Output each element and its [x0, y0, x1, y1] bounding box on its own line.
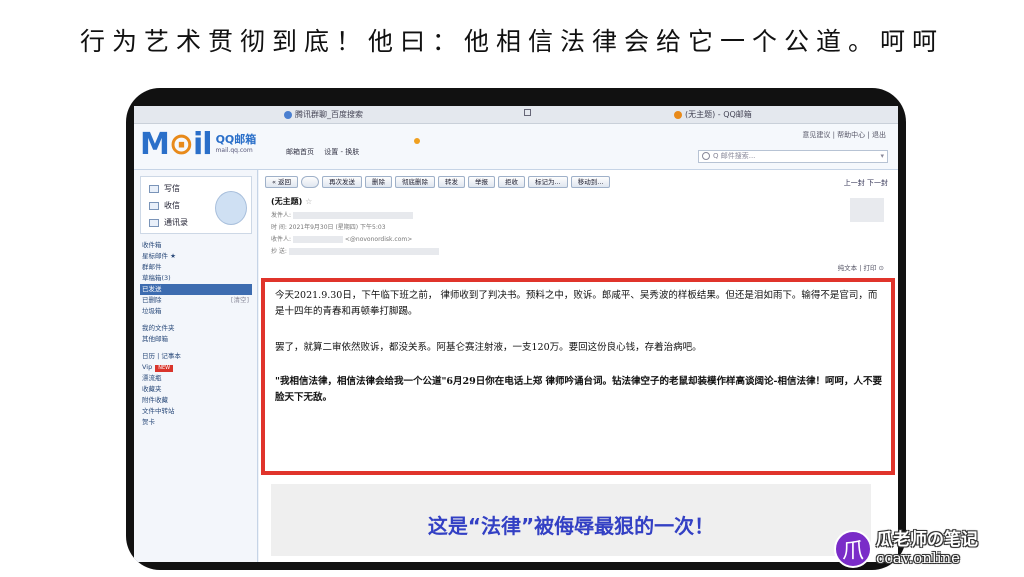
- mail-content: « 返回 再次发送 删除 彻底删除 转发 举报 拒收 标记为... 移动到...…: [259, 170, 898, 562]
- greeting-cards-link[interactable]: 贺卡: [140, 417, 252, 428]
- folder-my-folders[interactable]: 我的文件夹: [140, 323, 252, 334]
- empty-trash-link[interactable]: [清空]: [231, 295, 249, 306]
- back-button[interactable]: « 返回: [265, 176, 299, 188]
- notification-dot-icon: [414, 138, 420, 144]
- folder-deleted[interactable]: 已删除 [清空]: [140, 295, 252, 306]
- mail-toolbar: « 返回 再次发送 删除 彻底删除 转发 举报 拒收 标记为... 移动到...: [265, 176, 611, 188]
- contacts-icon: [149, 218, 159, 227]
- folder-group[interactable]: 群邮件: [140, 262, 252, 273]
- header-right-links[interactable]: 意见建议 | 帮助中心 | 退出: [802, 130, 886, 140]
- browser-tab-3[interactable]: (无主题) - QQ邮箱: [674, 109, 752, 120]
- sender-line: 发件人:: [271, 210, 771, 219]
- folder-drafts[interactable]: 草稿箱(3): [140, 273, 252, 284]
- quick-actions: 写信 收信 通讯录: [140, 176, 252, 234]
- redacted-cc: [288, 248, 439, 255]
- compose-button[interactable]: 写信: [149, 183, 180, 194]
- mail-subject: (无主题) ☆: [271, 197, 313, 206]
- report-button[interactable]: 举报: [468, 176, 496, 188]
- vip-link[interactable]: Vip NEW: [140, 362, 252, 373]
- star-icon[interactable]: ☆: [305, 197, 312, 206]
- header-links: 邮箱首页 设置 - 换肤: [286, 147, 359, 157]
- mail-search-input[interactable]: Q 邮件搜索... ▾: [698, 150, 888, 163]
- qqmail-logo[interactable]: M⊙il QQ邮箱 mail.qq.com: [140, 130, 256, 160]
- forward-button[interactable]: 转发: [438, 176, 466, 188]
- mail-pager[interactable]: 上一封 下一封: [844, 178, 888, 188]
- new-badge: NEW: [155, 365, 174, 372]
- watermark-logo-icon: 爪: [834, 530, 872, 568]
- laptop-frame: 腾讯群聊_百度搜索 (无主题) - QQ邮箱 M⊙il QQ邮箱 mail.qq…: [126, 88, 906, 570]
- folder-starred[interactable]: 星标邮件 ★: [140, 251, 252, 262]
- redacted-sender: [292, 212, 413, 219]
- page-icon: [524, 109, 531, 116]
- attachments-link[interactable]: 附件收藏: [140, 395, 252, 406]
- mail-sidebar: 写信 收信 通讯录 收件箱 星标邮件 ★ 群邮件 草稿箱(3) 已发送 已删除 …: [134, 170, 258, 562]
- body-paragraph-2: 罢了，就算二审依然败诉，都没关系。阿基仑赛注射液，一支120万。要回这份良心钱，…: [275, 342, 702, 353]
- pencil-icon: [149, 184, 159, 193]
- round-button[interactable]: [301, 176, 320, 188]
- contacts-button[interactable]: 通讯录: [149, 217, 188, 228]
- folder-other-mailbox[interactable]: 其他邮箱: [140, 334, 252, 345]
- search-icon: [702, 152, 710, 160]
- sender-avatar: [850, 198, 884, 222]
- watermark-url: ccav.online: [876, 549, 961, 567]
- drift-bottle-link[interactable]: 漂流瓶: [140, 373, 252, 384]
- view-links[interactable]: 纯文本 | 打印 ⊙: [838, 262, 884, 272]
- favorites-link[interactable]: 收藏夹: [140, 384, 252, 395]
- browser-tabbar: 腾讯群聊_百度搜索 (无主题) - QQ邮箱: [134, 106, 898, 124]
- mascot-icon: [215, 191, 247, 225]
- redacted-recipient: [292, 236, 343, 243]
- settings-link[interactable]: 设置 - 换肤: [324, 148, 359, 156]
- mark-as-dropdown[interactable]: 标记为...: [528, 176, 568, 188]
- inbox-button[interactable]: 收信: [149, 200, 180, 211]
- reject-button[interactable]: 拒收: [498, 176, 526, 188]
- folder-spam[interactable]: 垃圾箱: [140, 306, 252, 317]
- caption-panel: 这是“法律”被侮辱最狠的一次！: [271, 484, 871, 556]
- body-paragraph-3: "我相信法律，相信法律会给我一个公道"6月29日你在电话上郑 律师吟诵台词。钻法…: [275, 376, 882, 403]
- cc-line: 抄 送:: [271, 246, 771, 255]
- mail-header: M⊙il QQ邮箱 mail.qq.com 邮箱首页 设置 - 换肤 意见建议 …: [134, 124, 898, 170]
- qqmail-icon: [674, 110, 682, 119]
- home-link[interactable]: 邮箱首页: [286, 148, 314, 156]
- delete-forever-button[interactable]: 彻底删除: [395, 176, 436, 188]
- baidu-icon: [284, 110, 292, 119]
- recipient-line: 收件人: <@novonordisk.com>: [271, 236, 413, 243]
- move-to-dropdown[interactable]: 移动到...: [570, 176, 611, 188]
- folder-sent[interactable]: 已发送: [140, 284, 252, 295]
- resend-button[interactable]: 再次发送: [322, 176, 363, 188]
- headline: 行为艺术贯彻到底！他曰：他相信法律会给它一个公道。呵呵: [79, 27, 944, 56]
- delete-button[interactable]: 删除: [365, 176, 393, 188]
- caption-text: 这是“法律”被侮辱最狠的一次！: [427, 514, 715, 538]
- folder-list: 收件箱 星标邮件 ★ 群邮件 草稿箱(3) 已发送 已删除 [清空] 垃圾箱 我…: [140, 240, 252, 428]
- browser-tab-1[interactable]: 腾讯群聊_百度搜索: [284, 109, 363, 120]
- browser-tab-2[interactable]: [524, 109, 531, 116]
- folder-inbox[interactable]: 收件箱: [140, 240, 252, 251]
- screenshot-screen: 腾讯群聊_百度搜索 (无主题) - QQ邮箱 M⊙il QQ邮箱 mail.qq…: [134, 106, 898, 562]
- body-paragraph-1: 今天2021.9.30日，下午临下班之前， 律师收到了判决书。预料之中，败诉。郎…: [275, 290, 878, 317]
- time-line: 时 间: 2021年9月30日 (星期四) 下午5:03: [271, 224, 386, 231]
- chevron-down-icon: ▾: [880, 152, 884, 160]
- mail-meta: (无主题) ☆ 发件人: 时 间: 2021年9月30日 (星期四) 下午5:0…: [271, 196, 771, 255]
- inbox-icon: [149, 201, 159, 210]
- watermark-title: 瓜老师の笔记: [876, 530, 978, 550]
- file-transfer-link[interactable]: 文件中转站: [140, 406, 252, 417]
- mail-body-highlight: 今天2021.9.30日，下午临下班之前， 律师收到了判决书。预料之中，败诉。郎…: [261, 278, 895, 475]
- calendar-notes-link[interactable]: 日历 | 记事本: [140, 351, 252, 362]
- watermark: 爪 瓜老师の笔记 ccav.online: [834, 530, 978, 568]
